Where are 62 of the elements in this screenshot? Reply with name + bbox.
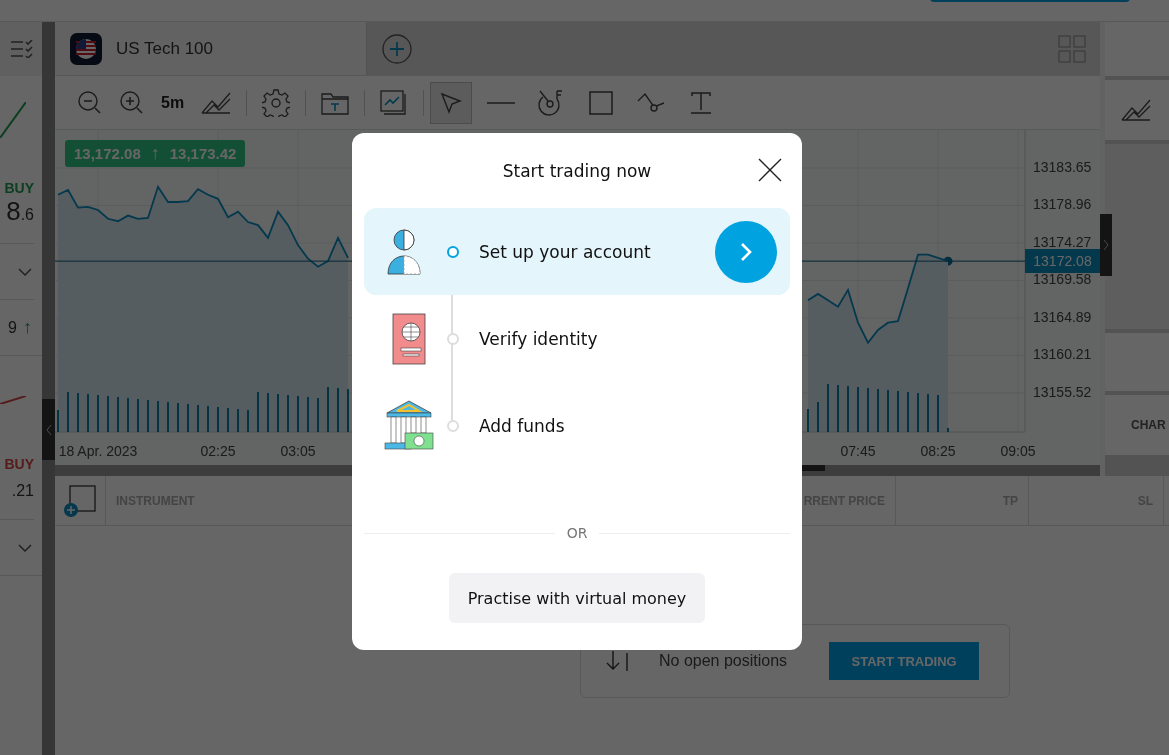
zoom-in-icon[interactable] [120,90,144,115]
buy-price: 8.6 [6,196,34,227]
change-arrow: ↑ [23,317,32,338]
sort-arrows-icon [605,649,631,673]
current-price-tag: 13172.08 [1025,249,1100,274]
rectangle-icon [589,90,614,115]
or-divider-label: OR [566,525,588,541]
flag-icon [70,32,102,65]
drawing-tool-button[interactable] [430,81,473,124]
chevron-down-icon[interactable] [18,543,32,552]
collapse-handle[interactable] [1100,214,1112,276]
change-value: 9 [8,318,17,337]
layout-grid-icon[interactable] [1058,35,1086,63]
settings-icon[interactable] [262,88,291,117]
step-dot [447,245,459,258]
passport-illustration [389,311,429,366]
dialog-title: Start trading now [502,160,652,181]
list-check-icon[interactable] [10,40,34,58]
text-tool-icon [689,90,714,115]
axis-label: 13169.58 [1033,271,1092,288]
trend-line-icon [0,102,26,138]
folder-icon[interactable] [321,90,350,115]
chevron-right-icon [1103,239,1109,251]
add-instrument-icon[interactable] [63,483,97,518]
axis-label: 13160.21 [1033,346,1092,363]
mountain-chart-icon[interactable] [1121,99,1151,121]
trend-chart-icon[interactable] [380,89,409,116]
axis-label: 13155.52 [1033,383,1092,400]
close-icon[interactable] [758,158,782,182]
practise-button[interactable]: Practise with virtual money [448,573,706,623]
onboarding-step[interactable]: Verify identity [364,295,790,382]
buy-label: BUY [4,456,34,472]
buy-price: .21 [11,481,34,501]
onboarding-step[interactable]: Set up your account [364,208,790,295]
mountain-chart-icon[interactable] [201,91,232,114]
axis-label: 13178.96 [1033,196,1092,213]
bank-illustration [383,398,435,453]
axis-label: 13164.89 [1033,308,1092,325]
up-arrow: ↑ [150,145,160,162]
zoom-out-icon[interactable] [78,90,102,115]
path-icon [637,91,666,114]
buy-label: BUY [4,180,34,196]
chevron-left-icon [45,423,52,436]
axis-label: 13183.65 [1033,158,1092,175]
trend-line-icon [0,396,26,404]
axis-label: 07:45 [840,443,876,459]
onboarding-step[interactable]: Add funds [364,382,790,469]
axis-label: 03:05 [280,443,316,459]
axis-label: 13174.27 [1033,233,1092,250]
add-tab-icon[interactable] [382,33,412,64]
chevron-right-icon [740,242,752,262]
line-icon [487,100,516,105]
empty-message: No open positions [659,652,788,670]
bid-price: 13,172.08 [74,145,141,162]
axis-label: 02:25 [200,443,236,459]
axis-label: 18 Apr. 2023 [58,443,138,459]
axis-label: 08:25 [920,443,956,459]
ask-price: 13,173.42 [169,145,237,162]
chevron-down-icon[interactable] [18,267,32,276]
axis-label: 09:05 [1000,443,1036,459]
collapse-handle[interactable] [42,399,55,460]
cursor-icon [440,91,463,114]
